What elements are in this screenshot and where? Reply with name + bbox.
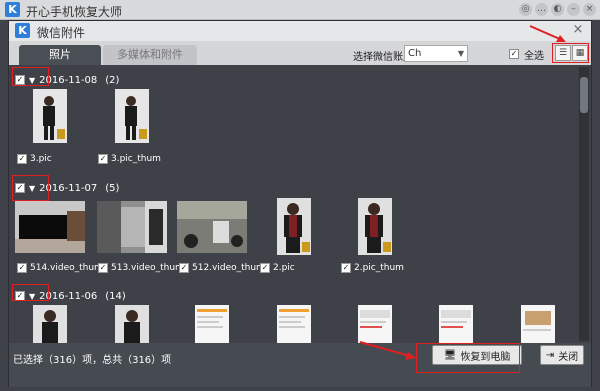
message-icon[interactable]: … bbox=[535, 3, 548, 16]
screenshot-thumbnail[interactable] bbox=[358, 305, 392, 343]
group-date: 2016-11-07 bbox=[39, 182, 98, 194]
item-name: 514.video_thum bbox=[30, 263, 103, 273]
item-name: 513.video_thum bbox=[111, 263, 184, 273]
person-photo-icon bbox=[115, 305, 149, 343]
monitor-photo-icon bbox=[15, 201, 85, 253]
tab-bar: 照片 多媒体和附件 选择微信账户 Ch ▼ ✓ 全选 ☰ ▦ bbox=[9, 41, 591, 65]
select-all-checkbox[interactable]: ✓ bbox=[509, 49, 519, 59]
tab-media-attachments[interactable]: 多媒体和附件 bbox=[103, 45, 197, 65]
video-thumbnail[interactable] bbox=[15, 201, 85, 253]
item-checkbox[interactable]: ✓ bbox=[17, 263, 27, 273]
dialog-footer: 已选择（316）项，总共（316）项 🖥 恢复到电脑 ⇥ 关闭 bbox=[9, 343, 591, 387]
wechat-icon[interactable]: ◎ bbox=[519, 3, 532, 16]
photo-list[interactable]: ✓ ▼ 2016-11-08 (2) ✓ 3.pic ✓ 3.pic_thum … bbox=[9, 65, 591, 343]
screenshot-thumbnail[interactable] bbox=[521, 305, 555, 343]
dialog-header: K 微信附件 × bbox=[9, 21, 591, 41]
photo-thumbnail[interactable] bbox=[33, 305, 67, 343]
recover-button-label: 恢复到电脑 bbox=[460, 351, 511, 363]
photo-thumbnail[interactable] bbox=[277, 198, 311, 255]
collapse-triangle-icon[interactable]: ▼ bbox=[29, 76, 35, 85]
person-photo-icon bbox=[277, 198, 311, 255]
screenshot-thumbnail[interactable] bbox=[439, 305, 473, 343]
group-checkbox[interactable]: ✓ bbox=[15, 75, 25, 85]
list-item[interactable]: ✓ 3.pic_thum bbox=[98, 154, 161, 164]
screenshot-thumbnail[interactable] bbox=[277, 305, 311, 343]
list-item[interactable]: ✓ 2.pic_thum bbox=[341, 263, 404, 273]
screenshot-icon bbox=[277, 305, 311, 343]
group-header[interactable]: ✓ ▼ 2016-11-07 (5) bbox=[15, 181, 119, 195]
screenshot-icon bbox=[439, 305, 473, 343]
minimize-icon[interactable]: – bbox=[567, 3, 580, 16]
chevron-down-icon: ▼ bbox=[457, 49, 464, 58]
list-item[interactable]: ✓ 2.pic bbox=[260, 263, 295, 273]
item-checkbox[interactable]: ✓ bbox=[179, 263, 189, 273]
collapse-triangle-icon[interactable]: ▼ bbox=[29, 292, 35, 301]
group-date: 2016-11-08 bbox=[39, 74, 98, 86]
app-titlebar: K 开心手机恢复大师 ◎ … ◐ – × bbox=[0, 0, 600, 20]
group-count: (2) bbox=[105, 74, 120, 86]
item-name: 2.pic bbox=[273, 263, 295, 273]
item-checkbox[interactable]: ✓ bbox=[98, 263, 108, 273]
list-item[interactable]: ✓ 512.video_thum bbox=[179, 263, 265, 273]
dialog-logo-icon: K bbox=[15, 23, 30, 38]
app-window: K 开心手机恢复大师 ◎ … ◐ – × K 微信附件 × 照片 多媒体和附件 … bbox=[0, 0, 600, 391]
item-checkbox[interactable]: ✓ bbox=[260, 263, 270, 273]
item-checkbox[interactable]: ✓ bbox=[98, 154, 108, 164]
item-checkbox[interactable]: ✓ bbox=[17, 154, 27, 164]
recover-to-pc-button[interactable]: 🖥 恢复到电脑 bbox=[432, 345, 522, 365]
dialog-close-icon[interactable]: × bbox=[571, 23, 585, 37]
list-item[interactable]: ✓ 3.pic bbox=[17, 154, 52, 164]
photo-thumbnail[interactable] bbox=[358, 198, 392, 255]
scrollbar-thumb[interactable] bbox=[580, 77, 588, 113]
scooter-photo-icon bbox=[177, 201, 247, 253]
grid-view-icon[interactable]: ▦ bbox=[572, 45, 588, 61]
item-name: 2.pic_thum bbox=[354, 263, 404, 273]
list-view-icon[interactable]: ☰ bbox=[555, 45, 571, 61]
collapse-triangle-icon[interactable]: ▼ bbox=[29, 184, 35, 193]
person-photo-icon bbox=[115, 89, 149, 143]
screenshot-thumbnail[interactable] bbox=[195, 305, 229, 343]
group-checkbox[interactable]: ✓ bbox=[15, 183, 25, 193]
tab-photos[interactable]: 照片 bbox=[19, 45, 101, 65]
item-name: 3.pic_thum bbox=[111, 154, 161, 164]
screenshot-icon bbox=[195, 305, 229, 343]
room-photo-icon bbox=[97, 201, 167, 253]
dialog-title: 微信附件 bbox=[37, 26, 86, 40]
group-checkbox[interactable]: ✓ bbox=[15, 291, 25, 301]
photo-thumbnail[interactable] bbox=[33, 89, 67, 143]
group-count: (5) bbox=[105, 182, 120, 194]
item-name: 512.video_thum bbox=[192, 263, 265, 273]
close-button[interactable]: ⇥ 关闭 bbox=[540, 345, 584, 365]
account-select[interactable]: Ch ▼ bbox=[404, 45, 468, 62]
person-photo-icon bbox=[33, 305, 67, 343]
person-photo-icon bbox=[358, 198, 392, 255]
item-name: 3.pic bbox=[30, 154, 52, 164]
group-header[interactable]: ✓ ▼ 2016-11-08 (2) bbox=[15, 73, 119, 87]
close-app-icon[interactable]: × bbox=[583, 3, 596, 16]
video-thumbnail[interactable] bbox=[177, 201, 247, 253]
close-button-label: 关闭 bbox=[558, 351, 579, 363]
computer-icon: 🖥 bbox=[443, 349, 457, 361]
group-header[interactable]: ✓ ▼ 2016-11-06 (14) bbox=[15, 289, 126, 303]
person-photo-icon bbox=[33, 89, 67, 143]
photo-thumbnail[interactable] bbox=[115, 89, 149, 143]
item-checkbox[interactable]: ✓ bbox=[341, 263, 351, 273]
group-count: (14) bbox=[105, 290, 126, 302]
group-date: 2016-11-06 bbox=[39, 290, 98, 302]
selection-status: 已选择（316）项，总共（316）项 bbox=[13, 355, 172, 366]
list-item[interactable]: ✓ 514.video_thum bbox=[17, 263, 103, 273]
screenshot-icon bbox=[521, 305, 555, 343]
photo-thumbnail[interactable] bbox=[115, 305, 149, 343]
vertical-scrollbar[interactable] bbox=[579, 67, 589, 341]
select-all-label: 全选 bbox=[524, 51, 544, 62]
exit-icon: ⇥ bbox=[545, 349, 555, 361]
app-title: 开心手机恢复大师 bbox=[26, 5, 123, 19]
video-thumbnail[interactable] bbox=[97, 201, 167, 253]
account-select-value: Ch bbox=[408, 48, 422, 59]
screenshot-icon bbox=[358, 305, 392, 343]
skin-icon[interactable]: ◐ bbox=[551, 3, 564, 16]
app-logo-icon: K bbox=[5, 2, 20, 17]
list-item[interactable]: ✓ 513.video_thum bbox=[98, 263, 184, 273]
wechat-attachment-dialog: K 微信附件 × 照片 多媒体和附件 选择微信账户 Ch ▼ ✓ 全选 ☰ ▦ … bbox=[8, 20, 592, 387]
